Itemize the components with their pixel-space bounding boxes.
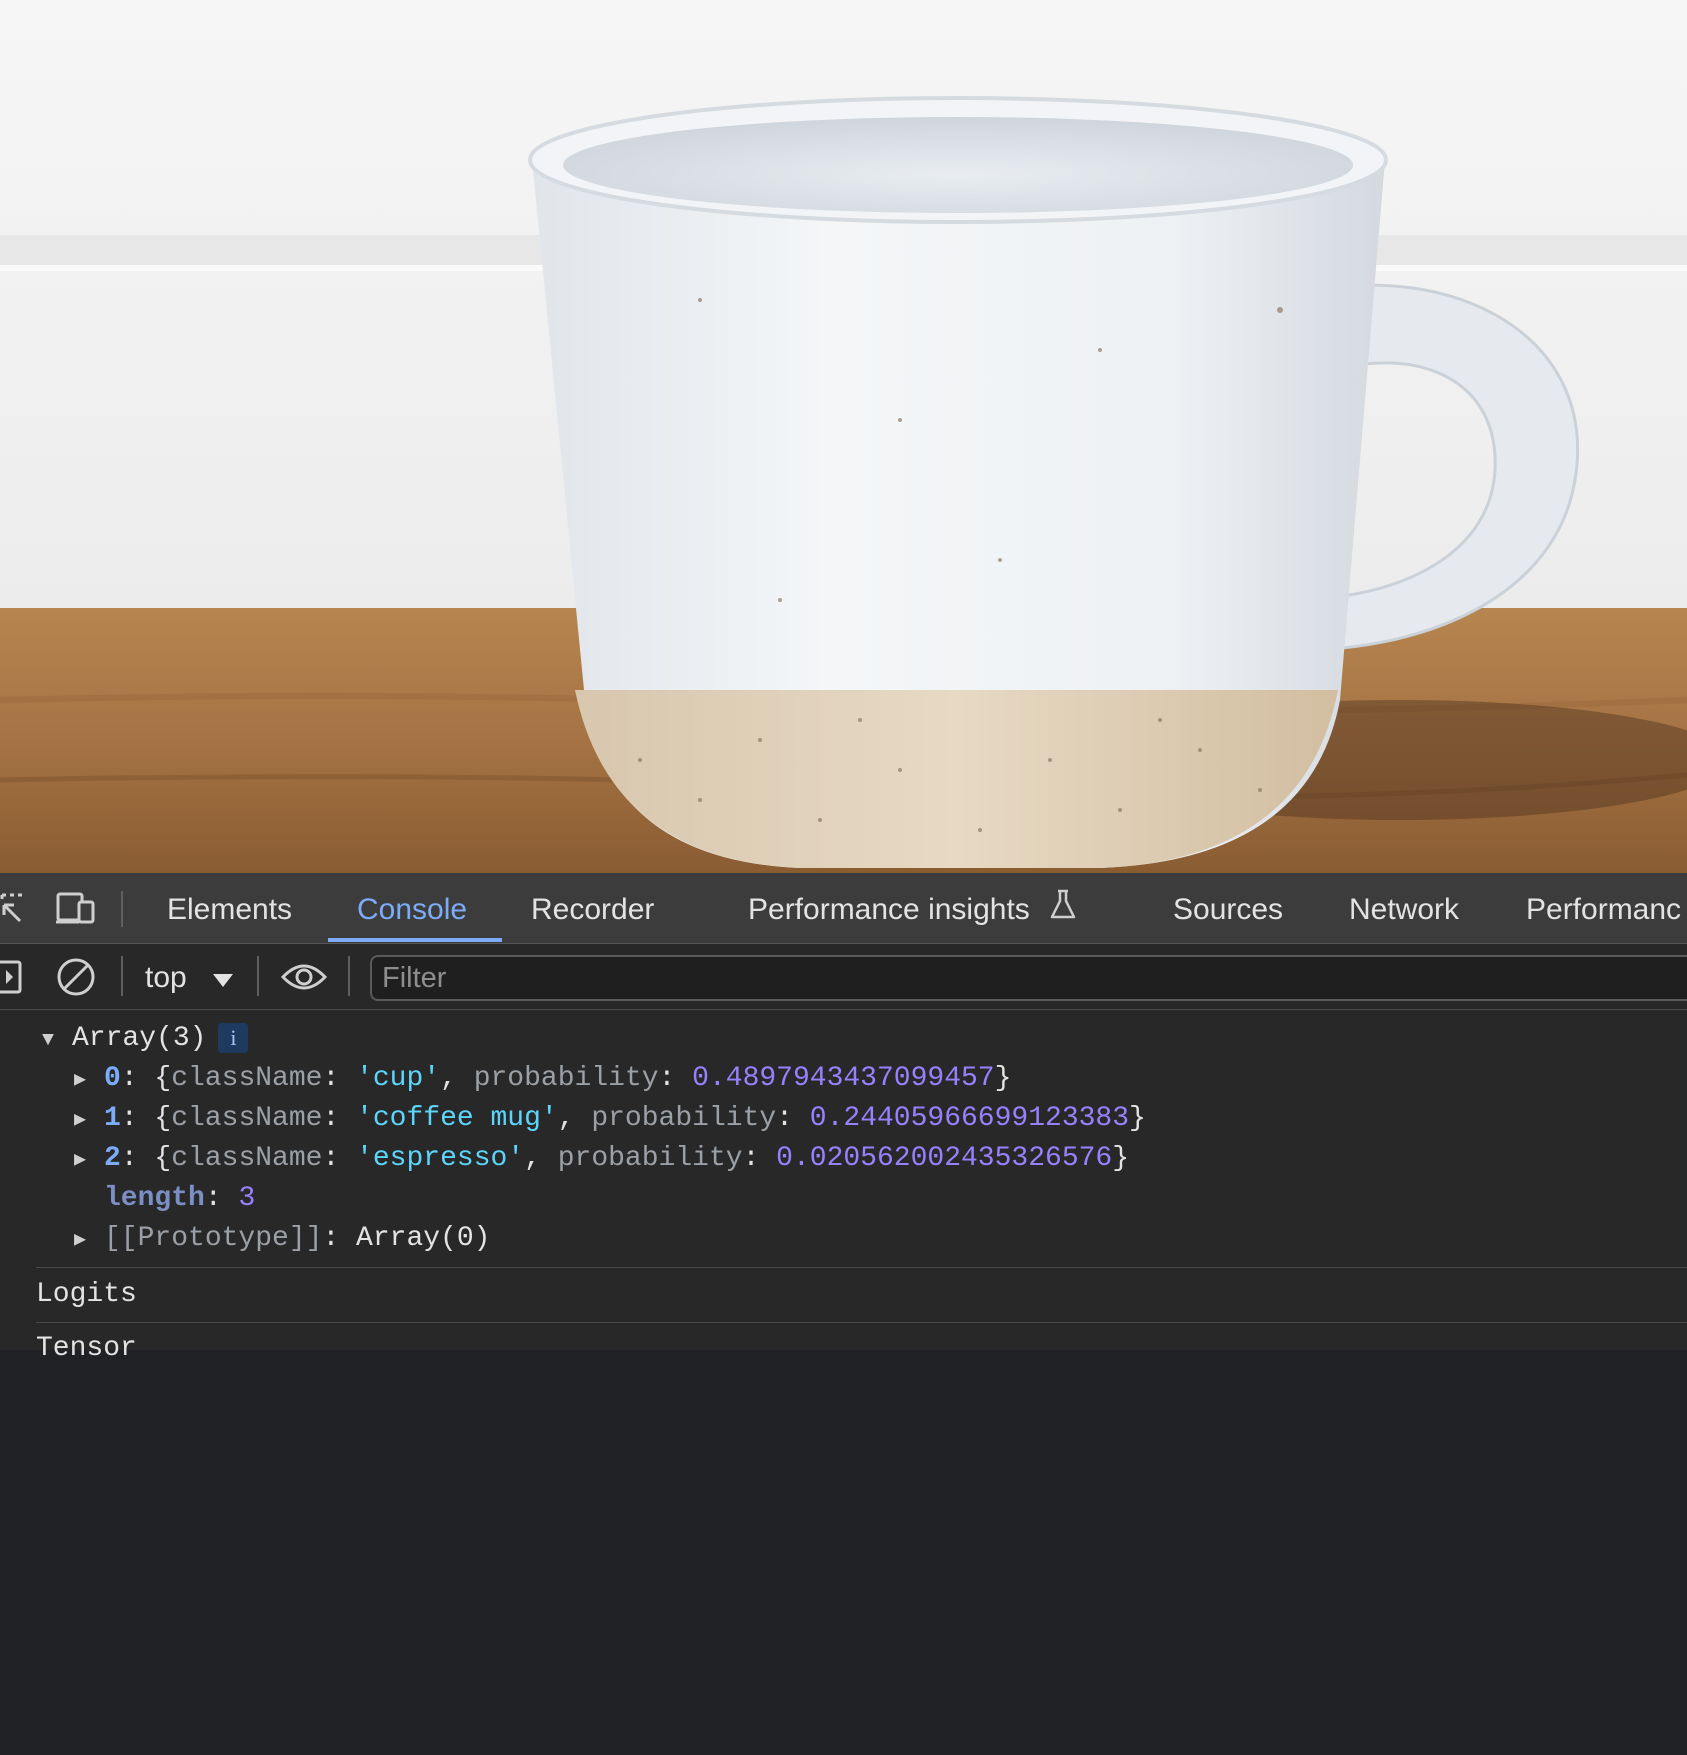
log-message-text: Tensor bbox=[36, 1333, 137, 1364]
entry-key-probability: probability bbox=[473, 1063, 659, 1094]
dropdown-arrow-icon bbox=[213, 953, 234, 1005]
tab-performance-insights[interactable]: Performance insights bbox=[748, 873, 1078, 943]
clear-console-icon[interactable] bbox=[55, 956, 97, 1003]
tab-elements[interactable]: Elements bbox=[167, 873, 292, 943]
length-key: length bbox=[104, 1183, 205, 1214]
tab-console[interactable]: Console bbox=[357, 873, 467, 943]
active-tab-indicator bbox=[328, 938, 502, 942]
console-toolbar: top bbox=[0, 944, 1687, 1010]
log-message: Tensor bbox=[36, 1329, 137, 1369]
context-selector[interactable]: top bbox=[145, 952, 234, 1000]
expand-triangle-icon[interactable]: ▶ bbox=[74, 1141, 104, 1181]
tab-network[interactable]: Network bbox=[1349, 873, 1459, 943]
tab-sources[interactable]: Sources bbox=[1173, 873, 1283, 943]
entry-key-probability: probability bbox=[557, 1143, 743, 1174]
expand-triangle-icon[interactable]: ▶ bbox=[74, 1061, 104, 1101]
log-message: Logits bbox=[36, 1275, 137, 1315]
prototype-key: [[Prototype]] bbox=[104, 1223, 323, 1254]
toolbar-separator bbox=[348, 956, 350, 996]
prototype-value: Array(0) bbox=[356, 1223, 491, 1254]
entry-probability-value: 0.24405966699123383 bbox=[809, 1103, 1130, 1134]
array-entry-row[interactable]: ▶ 2: {className: 'espresso', probability:… bbox=[74, 1139, 1129, 1179]
filter-input[interactable] bbox=[370, 955, 1687, 1001]
entry-key-classname: className bbox=[171, 1103, 323, 1134]
entry-key-probability: probability bbox=[591, 1103, 777, 1134]
toolbar-separator bbox=[121, 956, 123, 996]
log-message-text: Logits bbox=[36, 1279, 137, 1310]
array-length-row: length: 3 bbox=[104, 1183, 256, 1214]
log-divider bbox=[36, 1322, 1687, 1323]
experiment-flask-icon bbox=[1048, 874, 1078, 948]
devtools-panel: Elements Console Recorder Performance in… bbox=[0, 873, 1687, 1364]
length-value: 3 bbox=[238, 1183, 256, 1214]
expand-triangle-icon[interactable]: ▶ bbox=[74, 1101, 104, 1141]
log-divider bbox=[36, 1267, 1687, 1268]
mug-photo bbox=[0, 0, 1687, 873]
tab-separator bbox=[121, 891, 123, 927]
entry-probability-value: 0.020562002435326576 bbox=[776, 1143, 1113, 1174]
device-toolbar-icon[interactable] bbox=[55, 891, 97, 932]
entry-index: 0 bbox=[104, 1063, 121, 1094]
console-output: ▼ Array(3) i ▶ 0: {className: 'cup', probab… bbox=[0, 1011, 1687, 1364]
prototype-row[interactable]: ▶ [[Prototype]]: Array(0) bbox=[74, 1219, 490, 1259]
entry-probability-value: 0.4897943437099457 bbox=[692, 1063, 995, 1094]
entry-index: 2 bbox=[104, 1143, 121, 1174]
sidebar-toggle-icon[interactable] bbox=[0, 959, 26, 1000]
collapse-triangle-icon[interactable]: ▼ bbox=[42, 1021, 72, 1061]
array-entry-row[interactable]: ▶ 0: {className: 'cup', probability: 0.48… bbox=[74, 1059, 1011, 1099]
tab-performance-insights-label: Performance insights bbox=[748, 893, 1030, 926]
array-entry-row[interactable]: ▶ 1: {className: 'coffee mug', probabilit… bbox=[74, 1099, 1146, 1139]
entry-index: 1 bbox=[104, 1103, 121, 1134]
page-viewport bbox=[0, 0, 1687, 873]
entry-key-classname: className bbox=[171, 1143, 323, 1174]
devtools-tab-bar: Elements Console Recorder Performance in… bbox=[0, 873, 1687, 944]
context-selector-value: top bbox=[145, 961, 187, 994]
entry-key-classname: className bbox=[171, 1063, 323, 1094]
array-header-label: Array(3) bbox=[72, 1023, 207, 1054]
live-expression-eye-icon[interactable] bbox=[280, 959, 328, 1000]
info-badge-icon[interactable]: i bbox=[218, 1022, 249, 1053]
inspect-element-icon[interactable] bbox=[0, 891, 30, 932]
toolbar-separator bbox=[257, 956, 259, 996]
entry-classname-value: 'espresso' bbox=[356, 1143, 525, 1174]
tab-performance[interactable]: Performanc bbox=[1526, 873, 1681, 943]
entry-classname-value: 'cup' bbox=[356, 1063, 441, 1094]
entry-classname-value: 'coffee mug' bbox=[356, 1103, 558, 1134]
tab-recorder[interactable]: Recorder bbox=[531, 873, 654, 943]
expand-triangle-icon[interactable]: ▶ bbox=[74, 1221, 104, 1261]
array-header-row[interactable]: ▼ Array(3) i bbox=[42, 1019, 249, 1061]
